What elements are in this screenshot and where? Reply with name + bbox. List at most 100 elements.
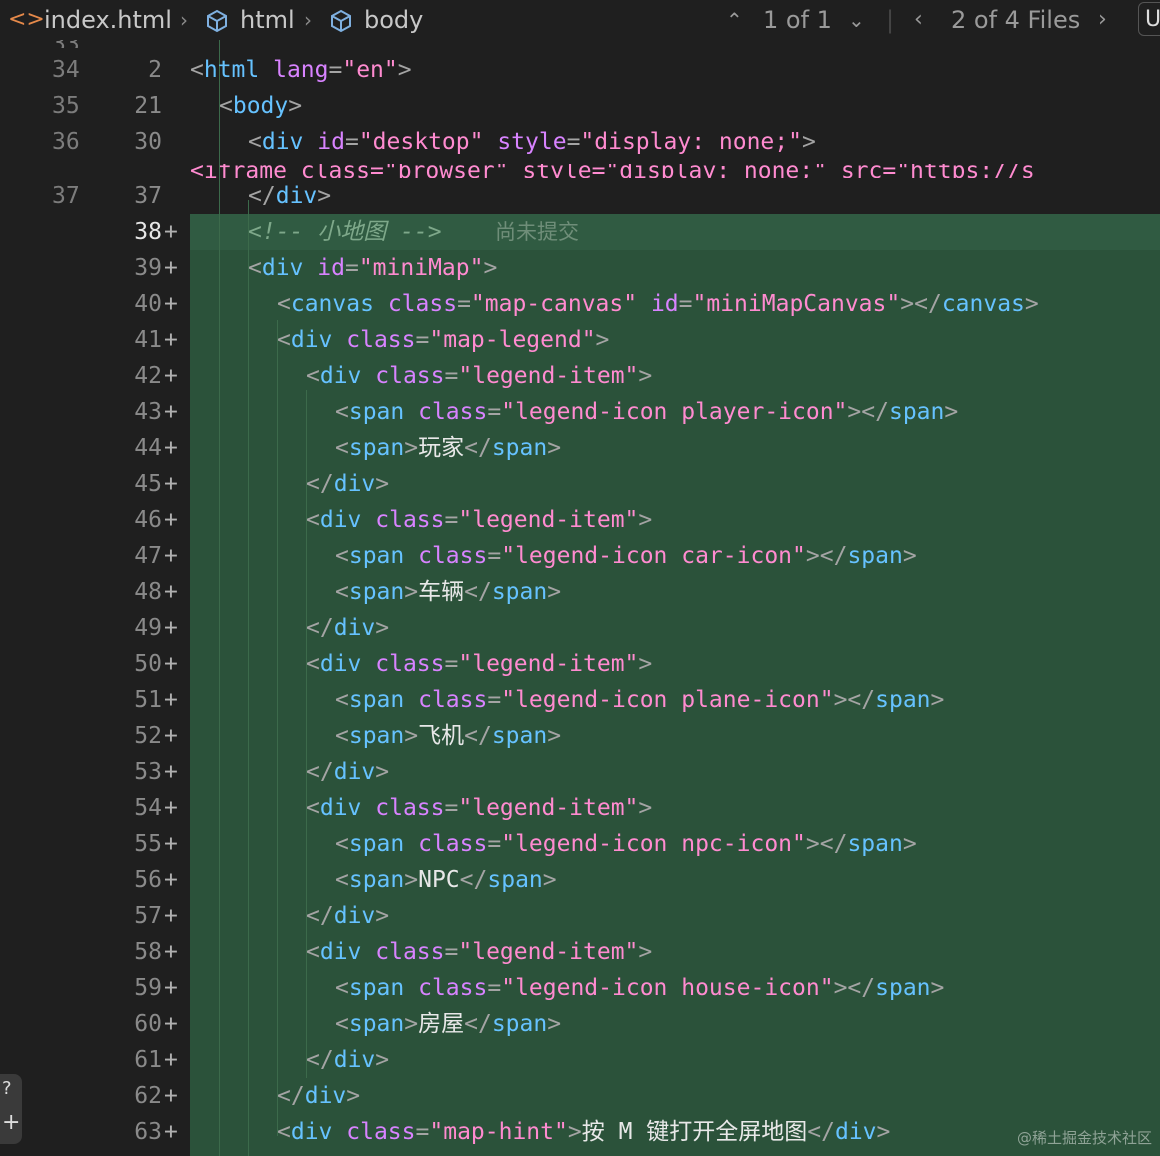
added-line-marker: + bbox=[164, 867, 178, 893]
code-text: <div class="map-legend"> bbox=[277, 327, 610, 353]
code-text: </div> bbox=[306, 1047, 390, 1073]
added-code-line[interactable]: 38 + <!-- 小地图 --> 尚未提交 bbox=[0, 214, 1160, 250]
help-icon[interactable]: ? bbox=[2, 1078, 12, 1099]
code-text: <span class="legend-icon car-icon"></spa… bbox=[335, 543, 917, 569]
added-code-line[interactable]: 58 + <div class="legend-item"> bbox=[0, 934, 1160, 970]
line-number: 46 bbox=[134, 507, 162, 533]
added-line-marker: + bbox=[164, 291, 178, 317]
added-line-marker: + bbox=[164, 471, 178, 497]
code-text: <span class="legend-icon plane-icon"></s… bbox=[335, 687, 945, 713]
added-code-line[interactable]: 41 + <div class="map-legend"> bbox=[0, 322, 1160, 358]
code-text: <span>玩家</span> bbox=[335, 435, 562, 461]
line-number: 42 bbox=[134, 363, 162, 389]
added-code-line[interactable]: 60 + <span>房屋</span> bbox=[0, 1006, 1160, 1042]
side-tools-panel[interactable]: ? + bbox=[0, 1074, 22, 1144]
added-code-line[interactable]: 45 + </div> bbox=[0, 466, 1160, 502]
code-text: <span class="legend-icon player-icon"></… bbox=[335, 399, 959, 425]
code-text: <div class="legend-item"> bbox=[306, 363, 653, 389]
added-code-line[interactable]: 46 + <div class="legend-item"> bbox=[0, 502, 1160, 538]
line-number: 45 bbox=[134, 471, 162, 497]
added-code-line[interactable]: 62 + </div> bbox=[0, 1078, 1160, 1114]
line-number: 57 bbox=[134, 903, 162, 929]
line-number: 61 bbox=[134, 1047, 162, 1073]
added-code-line[interactable]: 55 + <span class="legend-icon npc-icon"></… bbox=[0, 826, 1160, 862]
line-number: 44 bbox=[134, 435, 162, 461]
next-file-icon[interactable]: › bbox=[1098, 0, 1107, 40]
code-text: <div id="miniMap"> bbox=[248, 255, 498, 281]
added-code-line[interactable]: 48 + <span>车辆</span> bbox=[0, 574, 1160, 610]
sticky-line[interactable]: 34 2 <html lang="en"> bbox=[0, 52, 1160, 88]
code-text: </div> bbox=[248, 183, 332, 209]
added-code-line[interactable]: 51 + <span class="legend-icon plane-icon">… bbox=[0, 682, 1160, 718]
previous-match-icon[interactable]: ⌃ bbox=[726, 0, 743, 40]
line-number: 62 bbox=[134, 1083, 162, 1109]
code-text: <canvas class="map-canvas" id="miniMapCa… bbox=[277, 291, 1039, 317]
added-line-marker: + bbox=[164, 1047, 178, 1073]
code-text: <div class="legend-item"> bbox=[306, 507, 653, 533]
added-code-line[interactable]: 59 + <span class="legend-icon house-icon">… bbox=[0, 970, 1160, 1006]
code-text: <body> bbox=[219, 93, 303, 119]
added-code-line[interactable]: 39 + <div id="miniMap"> bbox=[0, 250, 1160, 286]
breadcrumb-bar: <> index.html › html › body ⌃ 1 of 1 ⌄ |… bbox=[0, 0, 1160, 40]
added-code-line[interactable]: 57 + </div> bbox=[0, 898, 1160, 934]
line-number: 60 bbox=[134, 1011, 162, 1037]
added-line-marker: + bbox=[164, 327, 178, 353]
added-code-line[interactable]: 40 + <canvas class="map-canvas" id="miniMa… bbox=[0, 286, 1160, 322]
added-code-line[interactable]: 44 + <span>玩家</span> bbox=[0, 430, 1160, 466]
added-line-marker: + bbox=[164, 687, 178, 713]
added-line-marker: + bbox=[164, 1083, 178, 1109]
added-code-line[interactable]: 56 + <span>NPC</span> bbox=[0, 862, 1160, 898]
code-text: <span>飞机</span> bbox=[335, 723, 562, 749]
sticky-line[interactable]: 35 21 <body> bbox=[0, 88, 1160, 124]
line-number: 47 bbox=[134, 543, 162, 569]
code-text: </div> bbox=[306, 759, 390, 785]
code-text: </div> bbox=[306, 903, 390, 929]
added-line-marker: + bbox=[164, 723, 178, 749]
u-button[interactable]: U bbox=[1138, 2, 1160, 36]
line-number: 30 bbox=[134, 129, 162, 155]
added-line-marker: + bbox=[164, 219, 178, 245]
outer-line-number: 37 bbox=[52, 183, 80, 209]
code-editor[interactable]: 34 2 <html lang="en"> 35 21 <body> 36 30 <div id… bbox=[0, 40, 1160, 1156]
sticky-line[interactable]: 36 30 <div id="desktop" style="display: no… bbox=[0, 124, 1160, 160]
cube-icon bbox=[331, 9, 351, 33]
add-icon[interactable]: + bbox=[2, 1110, 20, 1135]
breadcrumb-body[interactable]: body bbox=[364, 0, 423, 40]
added-code-line[interactable]: 50 + <div class="legend-item"> bbox=[0, 646, 1160, 682]
code-text: <html lang="en"> bbox=[190, 57, 412, 83]
added-code-line[interactable]: 54 + <div class="legend-item"> bbox=[0, 790, 1160, 826]
added-code-line[interactable]: 63 + <div class="map-hint">按 M 键打开全屏地图</di… bbox=[0, 1114, 1160, 1150]
added-code-line[interactable]: 47 + <span class="legend-icon car-icon"></… bbox=[0, 538, 1160, 574]
code-text: <div class="map-hint">按 M 键打开全屏地图</div> bbox=[277, 1119, 891, 1145]
code-text: <span>车辆</span> bbox=[335, 579, 562, 605]
added-code-line[interactable]: 42 + <div class="legend-item"> bbox=[0, 358, 1160, 394]
line-number: 49 bbox=[134, 615, 162, 641]
added-line-marker: + bbox=[164, 759, 178, 785]
html-file-icon: <> bbox=[8, 7, 45, 32]
chevron-right-icon: › bbox=[304, 8, 312, 32]
line-number: 58 bbox=[134, 939, 162, 965]
added-line-marker: + bbox=[164, 975, 178, 1001]
line-number: 38 bbox=[134, 219, 162, 245]
breadcrumb-file[interactable]: index.html bbox=[44, 0, 172, 40]
code-text: <div id="desktop" style="display: none;"… bbox=[248, 129, 816, 155]
added-code-line[interactable]: 61 + </div> bbox=[0, 1042, 1160, 1078]
added-code-line[interactable]: 52 + <span>飞机</span> bbox=[0, 718, 1160, 754]
next-match-icon[interactable]: ⌄ bbox=[848, 0, 865, 40]
added-line-marker: + bbox=[164, 615, 178, 641]
breadcrumb-html[interactable]: html bbox=[240, 0, 295, 40]
previous-file-icon[interactable]: ‹ bbox=[914, 0, 923, 40]
line-number: 55 bbox=[134, 831, 162, 857]
outer-line-number: 36 bbox=[52, 129, 80, 155]
line-number: 41 bbox=[134, 327, 162, 353]
outer-line-number: 35 bbox=[52, 93, 80, 119]
files-status: 2 of 4 Files bbox=[951, 6, 1081, 34]
partially-hidden-line: <iframe class="browser" style="display: … bbox=[190, 164, 1035, 178]
added-code-line[interactable]: 43 + <span class="legend-icon player-icon"… bbox=[0, 394, 1160, 430]
added-code-line[interactable]: 53 + </div> bbox=[0, 754, 1160, 790]
added-code-line[interactable]: 49 + </div> bbox=[0, 610, 1160, 646]
code-line[interactable]: 37 37 </div> bbox=[0, 178, 1160, 214]
code-text: <span class="legend-icon npc-icon"></spa… bbox=[335, 831, 917, 857]
line-number: 50 bbox=[134, 651, 162, 677]
code-text: <span class="legend-icon house-icon"></s… bbox=[335, 975, 945, 1001]
